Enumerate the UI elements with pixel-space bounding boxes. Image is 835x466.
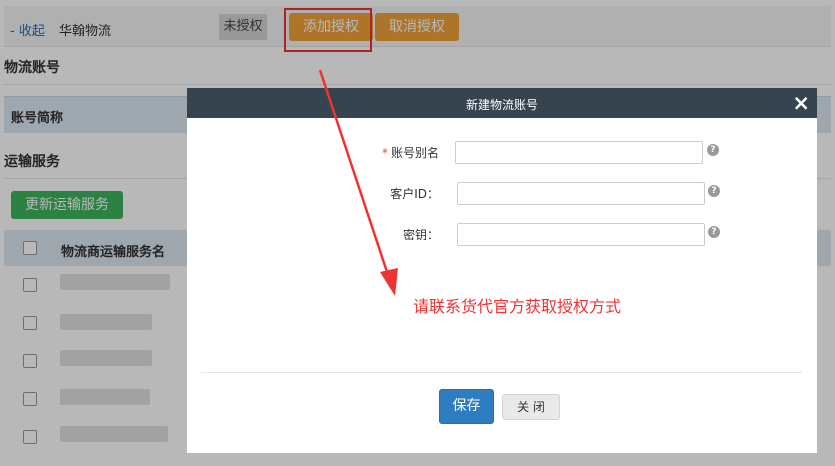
annotation-arrow-head bbox=[380, 268, 398, 296]
annotation-arrow bbox=[318, 69, 398, 296]
annotation-text: 请联系货代官方获取授权方式 bbox=[413, 297, 622, 316]
annotation-arrow-line bbox=[318, 69, 391, 279]
